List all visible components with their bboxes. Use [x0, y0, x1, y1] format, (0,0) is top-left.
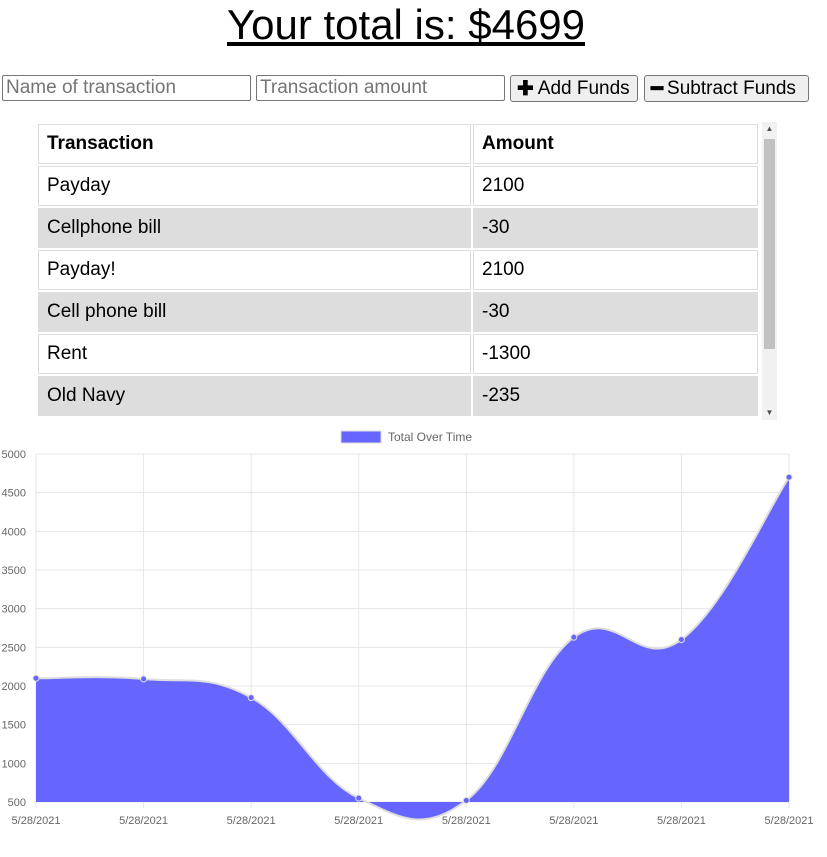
column-header-amount: Amount [473, 124, 758, 164]
table-row: Rent -1300 [38, 334, 758, 374]
data-point [140, 675, 148, 683]
add-funds-button[interactable]: ✚ Add Funds [510, 75, 638, 102]
table-row: Cellphone bill -30 [38, 208, 758, 248]
y-tick-label: 500 [8, 797, 26, 809]
y-tick-label: 4000 [2, 526, 26, 538]
transaction-name-cell: Cell phone bill [38, 292, 471, 332]
chart-svg: 500 1000 1500 2000 2500 3000 3500 4000 4500 5000 5… [2, 430, 814, 827]
transaction-amount-cell: -30 [473, 208, 758, 248]
table-row: Cell phone bill -30 [38, 292, 758, 332]
table-scrollbar[interactable]: ▲ ▼ [762, 122, 777, 420]
y-tick-label: 2500 [2, 642, 26, 654]
data-point [785, 473, 793, 481]
y-tick-label: 5000 [2, 449, 26, 461]
table-row: Payday 2100 [38, 166, 758, 206]
plus-icon: ✚ [517, 77, 534, 100]
y-tick-label: 1500 [2, 720, 26, 732]
y-tick-label: 1000 [2, 758, 26, 770]
x-tick-label: 5/28/2021 [657, 815, 706, 827]
scroll-down-arrow-icon[interactable]: ▼ [762, 406, 777, 420]
transaction-amount-cell: 2100 [473, 250, 758, 290]
x-tick-label: 5/28/2021 [765, 815, 814, 827]
add-funds-label: Add Funds [537, 77, 630, 99]
x-tick-label: 5/28/2021 [12, 815, 61, 827]
transaction-amount-cell: -1300 [473, 334, 758, 374]
column-header-transaction: Transaction [38, 124, 471, 164]
transaction-name-cell: Rent [38, 334, 471, 374]
x-tick-label: 5/28/2021 [119, 815, 168, 827]
subtract-funds-button[interactable]: ━ Subtract Funds [644, 75, 809, 102]
transaction-amount-cell: 2100 [473, 166, 758, 206]
data-point [570, 633, 578, 641]
transaction-name-cell: Payday! [38, 250, 471, 290]
y-tick-label: 4500 [2, 488, 26, 500]
transaction-name-cell: Cellphone bill [38, 208, 471, 248]
x-tick-label: 5/28/2021 [442, 815, 491, 827]
transaction-amount-cell: -30 [473, 292, 758, 332]
transactions-table: Transaction Amount Payday 2100 Cellphone… [36, 122, 760, 418]
subtract-funds-label: Subtract Funds [667, 77, 796, 99]
x-tick-label: 5/28/2021 [334, 815, 383, 827]
transaction-amount-cell: -235 [473, 376, 758, 416]
total-over-time-chart: 500 1000 1500 2000 2500 3000 3500 4000 4500 5000 5… [0, 425, 827, 852]
x-tick-label: 5/28/2021 [549, 815, 598, 827]
y-tick-label: 3000 [2, 604, 26, 616]
y-tick-label: 2000 [2, 681, 26, 693]
table-row: Payday! 2100 [38, 250, 758, 290]
transaction-name-input[interactable] [2, 75, 251, 101]
data-point [355, 794, 363, 802]
data-point [247, 694, 255, 702]
scroll-up-arrow-icon[interactable]: ▲ [762, 122, 777, 136]
legend-label: Total Over Time [388, 430, 472, 444]
x-tick-label: 5/28/2021 [227, 815, 276, 827]
data-point [462, 796, 470, 804]
transactions-table-container[interactable]: Transaction Amount Payday 2100 Cellphone… [36, 122, 777, 420]
table-row: Old Navy -235 [38, 376, 758, 416]
minus-icon: ━ [651, 77, 664, 100]
transaction-name-cell: Payday [38, 166, 471, 206]
total-heading: Your total is: $4699 [226, 1, 586, 48]
y-tick-label: 3500 [2, 565, 26, 577]
data-point [677, 636, 685, 644]
transaction-amount-input[interactable] [256, 75, 505, 101]
transaction-name-cell: Old Navy [38, 376, 471, 416]
scrollbar-thumb[interactable] [764, 139, 775, 349]
data-point [32, 674, 40, 682]
legend-swatch [340, 430, 382, 444]
area-fill [36, 477, 789, 820]
table-header-row: Transaction Amount [38, 124, 758, 164]
